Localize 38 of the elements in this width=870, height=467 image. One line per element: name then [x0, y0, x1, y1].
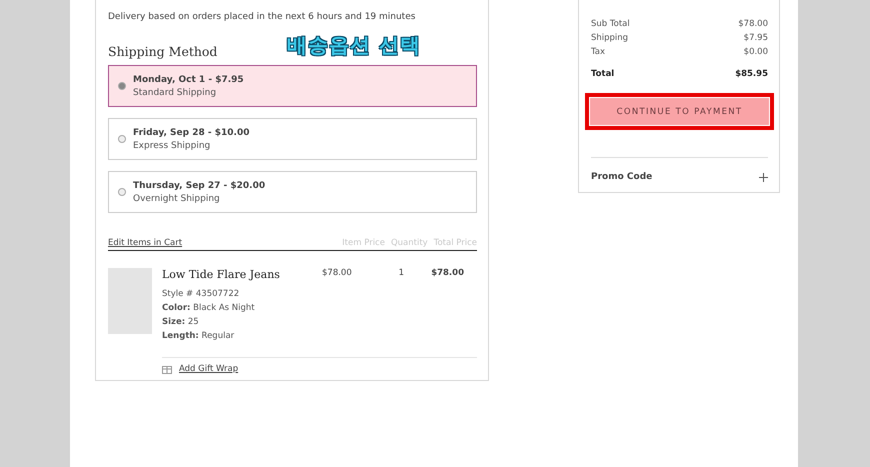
product-attribute: Length: Regular [162, 331, 236, 341]
product-style: Style # 43507722 [162, 289, 240, 299]
option-title: Thursday, Sep 27 - $20.00 [133, 180, 266, 190]
shipping-option[interactable]: Friday, Sep 28 - $10.00 Express Shipping [108, 118, 477, 160]
option-subtitle: Express Shipping [133, 140, 212, 150]
item-price: $78.00 [322, 268, 353, 280]
item-total: $78.00 [430, 268, 464, 280]
radio-icon [118, 188, 126, 196]
shipping-option[interactable]: Monday, Oct 1 - $7.95 Standard Shipping [108, 65, 477, 107]
summary-label: Tax [591, 47, 606, 57]
summary-value: $7.95 [744, 33, 768, 43]
gift-icon [162, 364, 172, 374]
option-subtitle: Standard Shipping [133, 88, 218, 98]
edit-cart-link[interactable]: Edit Items in Cart [108, 238, 182, 248]
gift-wrap-link[interactable]: Add Gift Wrap [179, 364, 238, 374]
summary-value: $85.95 [735, 69, 768, 79]
section-title: Shipping Method [108, 44, 218, 59]
summary-value: $0.00 [744, 47, 768, 57]
radio-icon [118, 82, 126, 90]
shipping-option[interactable]: Thursday, Sep 27 - $20.00 Overnight Shipping [108, 171, 477, 213]
summary-label: Shipping [591, 33, 628, 43]
photo-placeholder [108, 268, 152, 334]
annotation-label: 배송옵션 선택 [287, 32, 421, 59]
option-subtitle: Overnight Shipping [133, 194, 221, 204]
plus-icon[interactable] [759, 172, 768, 182]
product-attribute: Color: Black As Night [162, 303, 256, 313]
radio-icon [118, 135, 126, 143]
summary-label: Sub Total [591, 19, 630, 29]
summary-label: Total [591, 69, 614, 79]
option-title: Friday, Sep 28 - $10.00 [133, 128, 250, 138]
delivery-note: Delivery based on orders placed in the next 6 hours and 19 minutes [108, 12, 416, 22]
item-quantity: 1 [398, 268, 404, 280]
continue-button[interactable]: CONTINUE TO PAYMENT [590, 98, 769, 125]
product-attribute: Size: 25 [162, 317, 200, 327]
summary-value: $78.00 [738, 19, 768, 29]
product-name: Low Tide Flare Jeans [162, 268, 281, 281]
option-title: Monday, Oct 1 - $7.95 [133, 74, 244, 84]
promo-label: Promo Code [591, 172, 652, 182]
